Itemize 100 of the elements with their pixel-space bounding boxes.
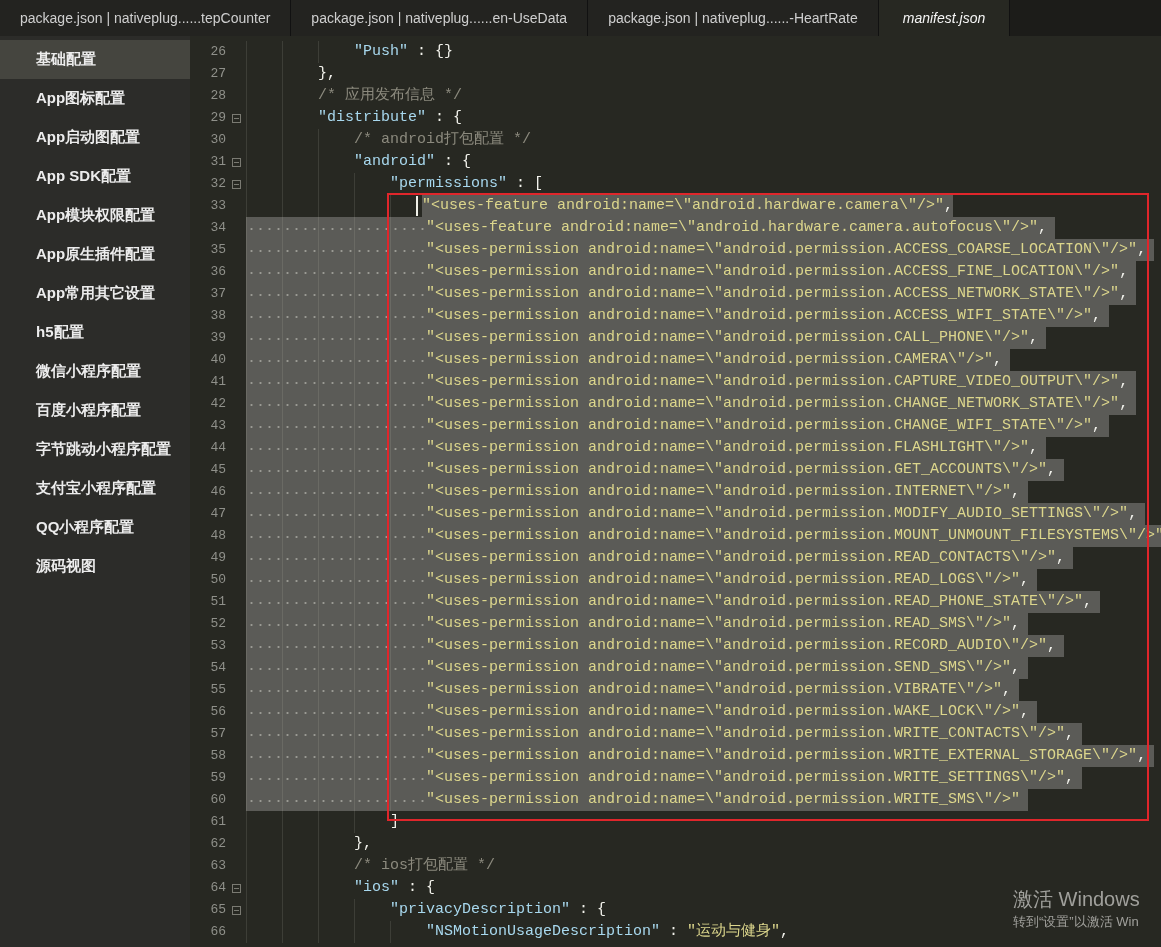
sidebar-item[interactable]: 基础配置 bbox=[0, 40, 190, 79]
line-number: 41 bbox=[209, 373, 226, 392]
line-number: 26 bbox=[209, 43, 226, 62]
line-number: 42 bbox=[209, 395, 226, 414]
fold-toggle-icon[interactable] bbox=[232, 905, 241, 915]
line-number: 28 bbox=[209, 87, 226, 106]
line-number: 64 bbox=[209, 879, 226, 898]
code-line: "<uses-permission android:name=\"android.permission.CAPTURE_VIDEO_OUTPUT\"/>", bbox=[426, 372, 1129, 392]
line-number: 58 bbox=[209, 747, 226, 766]
code-line: "<uses-permission android:name=\"android.permission.RECORD_AUDIO\"/>", bbox=[426, 636, 1057, 656]
code-line: "<uses-permission android:name=\"android.permission.CAMERA\"/>", bbox=[426, 350, 1003, 370]
code-line: "Push" : {} bbox=[354, 42, 454, 62]
sidebar-item[interactable]: 字节跳动小程序配置 bbox=[0, 430, 190, 469]
line-number: 27 bbox=[209, 65, 226, 84]
code-line: "<uses-permission android:name=\"android.permission.SEND_SMS\"/>", bbox=[426, 658, 1021, 678]
sidebar-item[interactable]: 源码视图 bbox=[0, 547, 190, 586]
code-line: "distribute" : { bbox=[318, 108, 463, 128]
code-line: "<uses-permission android:name=\"android.permission.CHANGE_NETWORK_STATE\"/>", bbox=[426, 394, 1129, 414]
file-tab[interactable]: package.json | nativeplug......tepCounter bbox=[0, 0, 292, 36]
file-tab[interactable]: manifest.json bbox=[878, 0, 1011, 36]
line-number: 66 bbox=[209, 923, 226, 942]
code-line: "<uses-permission android:name=\"android.permission.READ_LOGS\"/>", bbox=[426, 570, 1030, 590]
sidebar-item[interactable]: App原生插件配置 bbox=[0, 235, 190, 274]
code-line: "<uses-permission android:name=\"android.permission.WAKE_LOCK\"/>", bbox=[426, 702, 1030, 722]
code-line: "permissions" : [ bbox=[390, 174, 544, 194]
line-number: 36 bbox=[209, 263, 226, 282]
line-number: 31 bbox=[209, 153, 226, 172]
line-number: 54 bbox=[209, 659, 226, 678]
fold-toggle-icon[interactable] bbox=[232, 883, 241, 893]
line-number: 65 bbox=[209, 901, 226, 920]
code-line: "<uses-permission android:name=\"android.permission.WRITE_SMS\"/>" bbox=[426, 790, 1021, 810]
line-number: 40 bbox=[209, 351, 226, 370]
sidebar-item[interactable]: App常用其它设置 bbox=[0, 274, 190, 313]
code-line: "NSMotionUsageDescription" : "运动与健身", bbox=[426, 921, 790, 942]
code-line: "<uses-permission android:name=\"android.permission.READ_CONTACTS\"/>", bbox=[426, 548, 1066, 568]
code-line: "<uses-permission android:name=\"android.permission.WRITE_EXTERNAL_STORAGE\"/>", bbox=[426, 746, 1147, 766]
code-line: "<uses-permission android:name=\"android.permission.READ_SMS\"/>", bbox=[426, 614, 1021, 634]
line-number: 51 bbox=[209, 593, 226, 612]
line-number: 62 bbox=[209, 835, 226, 854]
line-number: 50 bbox=[209, 571, 226, 590]
line-number: 46 bbox=[209, 483, 226, 502]
code-line: "<uses-permission android:name=\"android.permission.ACCESS_WIFI_STATE\"/>", bbox=[426, 306, 1102, 326]
sidebar-item[interactable]: App启动图配置 bbox=[0, 118, 190, 157]
line-number: 35 bbox=[209, 241, 226, 260]
activation-title: 激活 Windows bbox=[1013, 887, 1140, 912]
fold-toggle-icon[interactable] bbox=[232, 157, 241, 167]
line-number: 61 bbox=[209, 813, 226, 832]
sidebar-item[interactable]: App SDK配置 bbox=[0, 157, 190, 196]
line-number: 30 bbox=[209, 131, 226, 150]
line-number: 38 bbox=[209, 307, 226, 326]
code-line: /* android打包配置 */ bbox=[354, 130, 532, 150]
line-number: 53 bbox=[209, 637, 226, 656]
code-line: "<uses-permission android:name=\"android.permission.ACCESS_COARSE_LOCATION\"/>", bbox=[426, 240, 1147, 260]
file-tab[interactable]: package.json | nativeplug......-HeartRate bbox=[588, 0, 879, 36]
line-number: 48 bbox=[209, 527, 226, 546]
code-line: /* 应用发布信息 */ bbox=[318, 85, 462, 106]
code-line: "<uses-permission android:name=\"android.permission.FLASHLIGHT\"/>", bbox=[426, 438, 1039, 458]
code-line: "<uses-permission android:name=\"android.permission.WRITE_SETTINGS\"/>", bbox=[426, 768, 1075, 788]
code-line: "<uses-permission android:name=\"android.permission.MODIFY_AUDIO_SETTINGS\"/>", bbox=[426, 504, 1138, 524]
sidebar-item[interactable]: 百度小程序配置 bbox=[0, 391, 190, 430]
fold-toggle-icon[interactable] bbox=[232, 113, 241, 123]
sidebar-item[interactable]: QQ小程序配置 bbox=[0, 508, 190, 547]
code-line: /* ios打包配置 */ bbox=[354, 856, 495, 876]
line-number: 32 bbox=[209, 175, 226, 194]
line-number: 63 bbox=[209, 857, 226, 876]
line-number: 45 bbox=[209, 461, 226, 480]
line-number: 52 bbox=[209, 615, 226, 634]
activation-hint: 转到“设置”以激活 Win bbox=[1013, 913, 1140, 931]
file-tab[interactable]: package.json | nativeplug......en-UseData bbox=[291, 0, 589, 36]
code-line: "<uses-permission android:name=\"android.permission.READ_PHONE_STATE\"/>", bbox=[426, 592, 1093, 612]
line-number: 59 bbox=[209, 769, 226, 788]
line-number: 29 bbox=[209, 109, 226, 128]
fold-toggle-icon[interactable] bbox=[232, 179, 241, 189]
line-number: 47 bbox=[209, 505, 226, 524]
sidebar-item[interactable]: App模块权限配置 bbox=[0, 196, 190, 235]
line-number: 37 bbox=[209, 285, 226, 304]
line-number: 56 bbox=[209, 703, 226, 722]
code-line: "ios" : { bbox=[354, 878, 436, 898]
code-line: "<uses-permission android:name=\"android.permission.CHANGE_WIFI_STATE\"/>", bbox=[426, 416, 1102, 436]
sidebar-item[interactable]: 支付宝小程序配置 bbox=[0, 469, 190, 508]
code-line: "android" : { bbox=[354, 152, 472, 172]
sidebar-item[interactable]: h5配置 bbox=[0, 313, 190, 352]
code-line: "privacyDescription" : { bbox=[390, 900, 607, 920]
code-line: "<uses-permission android:name=\"android.permission.INTERNET\"/>", bbox=[426, 482, 1021, 502]
code-line: }, bbox=[354, 834, 372, 854]
line-number: 39 bbox=[209, 329, 226, 348]
code-line: "<uses-permission android:name=\"android.permission.WRITE_CONTACTS\"/>", bbox=[426, 724, 1075, 744]
line-number: 55 bbox=[209, 681, 226, 700]
code-line: }, bbox=[318, 64, 336, 84]
code-line: "<uses-feature android:name=\"android.hardware.camera.autofocus\"/>", bbox=[426, 218, 1048, 238]
line-number: 34 bbox=[209, 219, 226, 238]
sidebar-item[interactable]: 微信小程序配置 bbox=[0, 352, 190, 391]
code-line: "<uses-permission android:name=\"android.permission.ACCESS_FINE_LOCATION\"/>", bbox=[426, 262, 1129, 282]
code-line: "<uses-permission android:name=\"android.permission.ACCESS_NETWORK_STATE\"/>", bbox=[426, 284, 1129, 304]
line-number: 57 bbox=[209, 725, 226, 744]
sidebar-item[interactable]: App图标配置 bbox=[0, 79, 190, 118]
line-number: 49 bbox=[209, 549, 226, 568]
line-number: 60 bbox=[209, 791, 226, 810]
code-line: "<uses-permission android:name=\"android.permission.CALL_PHONE\"/>", bbox=[426, 328, 1039, 348]
code-line: "<uses-permission android:name=\"android.permission.VIBRATE\"/>", bbox=[426, 680, 1012, 700]
